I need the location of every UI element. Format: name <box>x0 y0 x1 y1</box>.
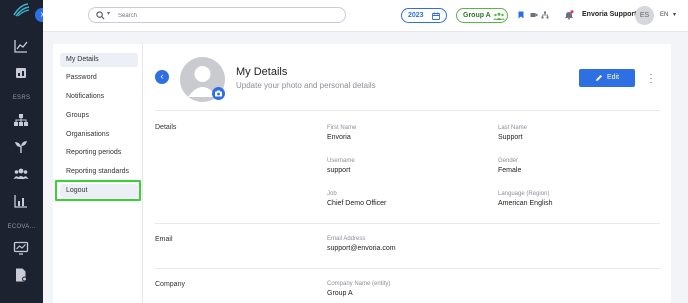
year-selector[interactable]: 2023 <box>401 8 447 23</box>
user-avatar[interactable]: ES <box>635 6 654 25</box>
job-label: Job <box>327 191 337 197</box>
company-name-label: Company Name (entity) <box>327 281 391 287</box>
email-address-label: Email Address <box>327 236 366 242</box>
nav-item-reporting-periods[interactable]: Reporting periods <box>60 146 138 160</box>
email-address-value: support@envoria.com <box>327 245 396 252</box>
edit-button[interactable]: Edit <box>579 69 635 87</box>
video-icon[interactable] <box>530 11 538 19</box>
hierarchy-icon[interactable] <box>13 112 29 128</box>
nav-item-password[interactable]: Password <box>60 71 138 85</box>
nav-item-groups[interactable]: Groups <box>60 109 138 123</box>
gender-label: Gender <box>498 158 519 164</box>
sitemap-icon[interactable] <box>541 11 549 19</box>
bell-icon[interactable] <box>564 10 574 20</box>
people-icon[interactable] <box>13 166 29 182</box>
change-photo-button[interactable] <box>212 87 225 100</box>
rail-section-esrs: ESRS <box>12 95 31 101</box>
more-options-icon[interactable]: · · · <box>648 70 654 87</box>
camera-icon <box>215 90 222 97</box>
language-region-value: American English <box>498 200 553 207</box>
logo-icon <box>13 3 30 17</box>
gender-value: Female <box>498 167 522 174</box>
search-scope-caret-icon[interactable]: ▾ <box>107 10 110 17</box>
left-rail: › ESRS ECOVA... <box>0 0 49 303</box>
calendar-icon <box>432 12 440 20</box>
first-name-value: Envoria <box>327 134 351 141</box>
pencil-icon <box>596 75 602 81</box>
nav-item-organisations[interactable]: Organisations <box>60 128 138 142</box>
divider <box>155 223 660 224</box>
last-name-value: Support <box>498 134 523 141</box>
divider <box>155 268 660 269</box>
chart-line-icon[interactable] <box>13 38 29 54</box>
language-region-label: Language (Region) <box>498 191 550 197</box>
first-name-label: First Name <box>327 125 357 131</box>
language-selector[interactable]: EN ▾ <box>660 11 676 18</box>
username-value: support <box>327 167 351 174</box>
nav-item-my-details[interactable]: My Details <box>60 53 138 67</box>
rail-section-ecova: ECOVA... <box>7 224 36 230</box>
search-icon <box>96 11 105 20</box>
group-people-icon <box>493 12 505 20</box>
dashboard-icon[interactable] <box>13 65 29 81</box>
logout-highlight <box>55 180 141 201</box>
monitor-icon[interactable] <box>13 240 29 256</box>
sprout-icon[interactable] <box>13 139 29 155</box>
group-value: Group A <box>463 12 491 19</box>
language-value: EN <box>660 12 669 18</box>
bar-chart-icon[interactable] <box>13 193 29 209</box>
section-details-label: Details <box>155 124 177 131</box>
search-box[interactable]: ▾ <box>88 7 346 23</box>
bookmark-icon[interactable] <box>517 11 525 19</box>
divider <box>155 110 660 111</box>
company-name-value: Group A <box>327 290 353 297</box>
year-value: 2023 <box>408 12 424 19</box>
back-button[interactable]: ‹ <box>155 70 169 84</box>
page-subtitle: Update your photo and personal details <box>236 81 376 90</box>
nav-item-reporting-standards[interactable]: Reporting standards <box>60 165 138 179</box>
top-bar: ▾ 2023 Group A Envoria Support ES EN ▾ <box>43 0 688 32</box>
section-company-label: Company <box>155 281 185 288</box>
section-email-label: Email <box>155 236 173 243</box>
user-name[interactable]: Envoria Support <box>582 11 636 18</box>
nav-item-notifications[interactable]: Notifications <box>60 90 138 104</box>
username-label: Username <box>327 158 355 164</box>
document-settings-icon[interactable] <box>13 267 29 283</box>
chevron-down-icon: ▾ <box>673 12 677 18</box>
job-value: Chief Demo Officer <box>327 200 387 207</box>
last-name-label: Last Name <box>498 125 528 131</box>
group-selector[interactable]: Group A <box>456 8 508 23</box>
page-title: My Details <box>236 66 288 78</box>
search-input[interactable] <box>118 10 318 21</box>
edit-button-label: Edit <box>607 74 620 81</box>
